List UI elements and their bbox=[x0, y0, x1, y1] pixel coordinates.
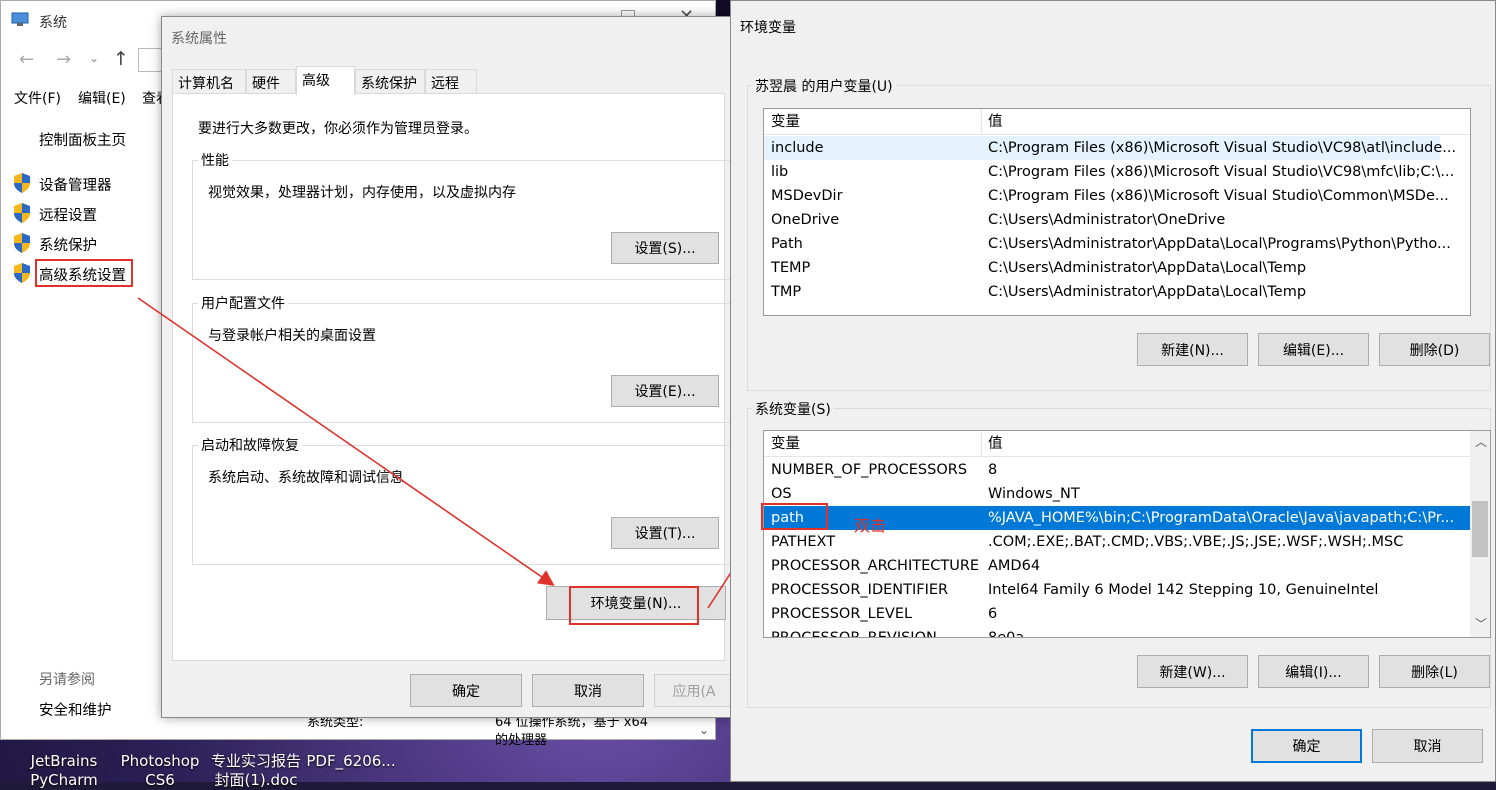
list-header: 变量 值 bbox=[764, 109, 1470, 135]
list-item[interactable]: OS Windows_NT bbox=[764, 482, 1470, 506]
list-item[interactable]: MSDevDir C:\Program Files (x86)\Microsoft… bbox=[764, 184, 1449, 208]
annotation-arrow-1 bbox=[137, 297, 555, 586]
list-item[interactable]: lib C:\Program Files (x86)\Microsoft Visu… bbox=[764, 160, 1454, 184]
user-new-button[interactable]: 新建(N)... bbox=[1137, 333, 1248, 366]
annotation-double-click: 双击 bbox=[854, 516, 887, 535]
list-item[interactable]: Path C:\Users\Administrator\AppData\Local… bbox=[764, 232, 1451, 256]
user-variables-list[interactable]: 变量 值 include C:\Program Files (x86)\Micro… bbox=[763, 108, 1471, 316]
list-item[interactable]: PROCESSOR_REVISION 8e0a bbox=[764, 626, 1470, 637]
column-header-variable[interactable]: 变量 bbox=[771, 109, 800, 135]
cancel-button[interactable]: 取消 bbox=[1372, 729, 1483, 763]
system-new-button[interactable]: 新建(W)... bbox=[1137, 655, 1248, 688]
list-item[interactable]: NUMBER_OF_PROCESSORS 8 bbox=[764, 458, 1470, 482]
environment-variables-dialog: 环境变量 苏翌晨 的用户变量(U) 变量 值 include C:\Program… bbox=[730, 0, 1496, 782]
user-variables-title: 苏翌晨 的用户变量(U) bbox=[752, 76, 896, 96]
list-item[interactable]: OneDrive C:\Users\Administrator\OneDrive bbox=[764, 208, 1440, 232]
list-item[interactable]: PROCESSOR_LEVEL 6 bbox=[764, 602, 1470, 626]
user-delete-button[interactable]: 删除(D) bbox=[1379, 333, 1490, 366]
dialog-title: 环境变量 bbox=[740, 20, 796, 36]
list-header: 变量 值 bbox=[764, 431, 1490, 457]
system-variables-title: 系统变量(S) bbox=[752, 399, 834, 419]
scroll-up-icon[interactable]: ︿ bbox=[1475, 433, 1487, 450]
tab-advanced[interactable]: 高级 bbox=[296, 66, 355, 95]
column-header-value[interactable]: 值 bbox=[988, 431, 1003, 457]
user-edit-button[interactable]: 编辑(E)... bbox=[1258, 333, 1369, 366]
list-item[interactable]: PROCESSOR_ARCHITECTURE AMD64 bbox=[764, 554, 1470, 578]
scroll-down-icon[interactable]: ﹀ bbox=[1475, 615, 1487, 632]
ok-button[interactable]: 确定 bbox=[1251, 729, 1362, 763]
system-delete-button[interactable]: 删除(L) bbox=[1379, 655, 1490, 688]
column-header-variable[interactable]: 变量 bbox=[771, 431, 800, 457]
system-edit-button[interactable]: 编辑(I)... bbox=[1258, 655, 1369, 688]
column-header-value[interactable]: 值 bbox=[988, 109, 1003, 135]
list-item[interactable]: TEMP C:\Users\Administrator\AppData\Local… bbox=[764, 256, 1440, 280]
list-item[interactable]: PROCESSOR_IDENTIFIER Intel64 Family 6 Mod… bbox=[764, 578, 1470, 602]
list-item[interactable]: TMP C:\Users\Administrator\AppData\Local\… bbox=[764, 280, 1440, 304]
scrollbar[interactable]: ︿ ﹀ bbox=[1470, 431, 1490, 637]
list-item[interactable]: include C:\Program Files (x86)\Microsoft … bbox=[764, 136, 1456, 160]
scrollbar-thumb[interactable] bbox=[1472, 501, 1488, 557]
